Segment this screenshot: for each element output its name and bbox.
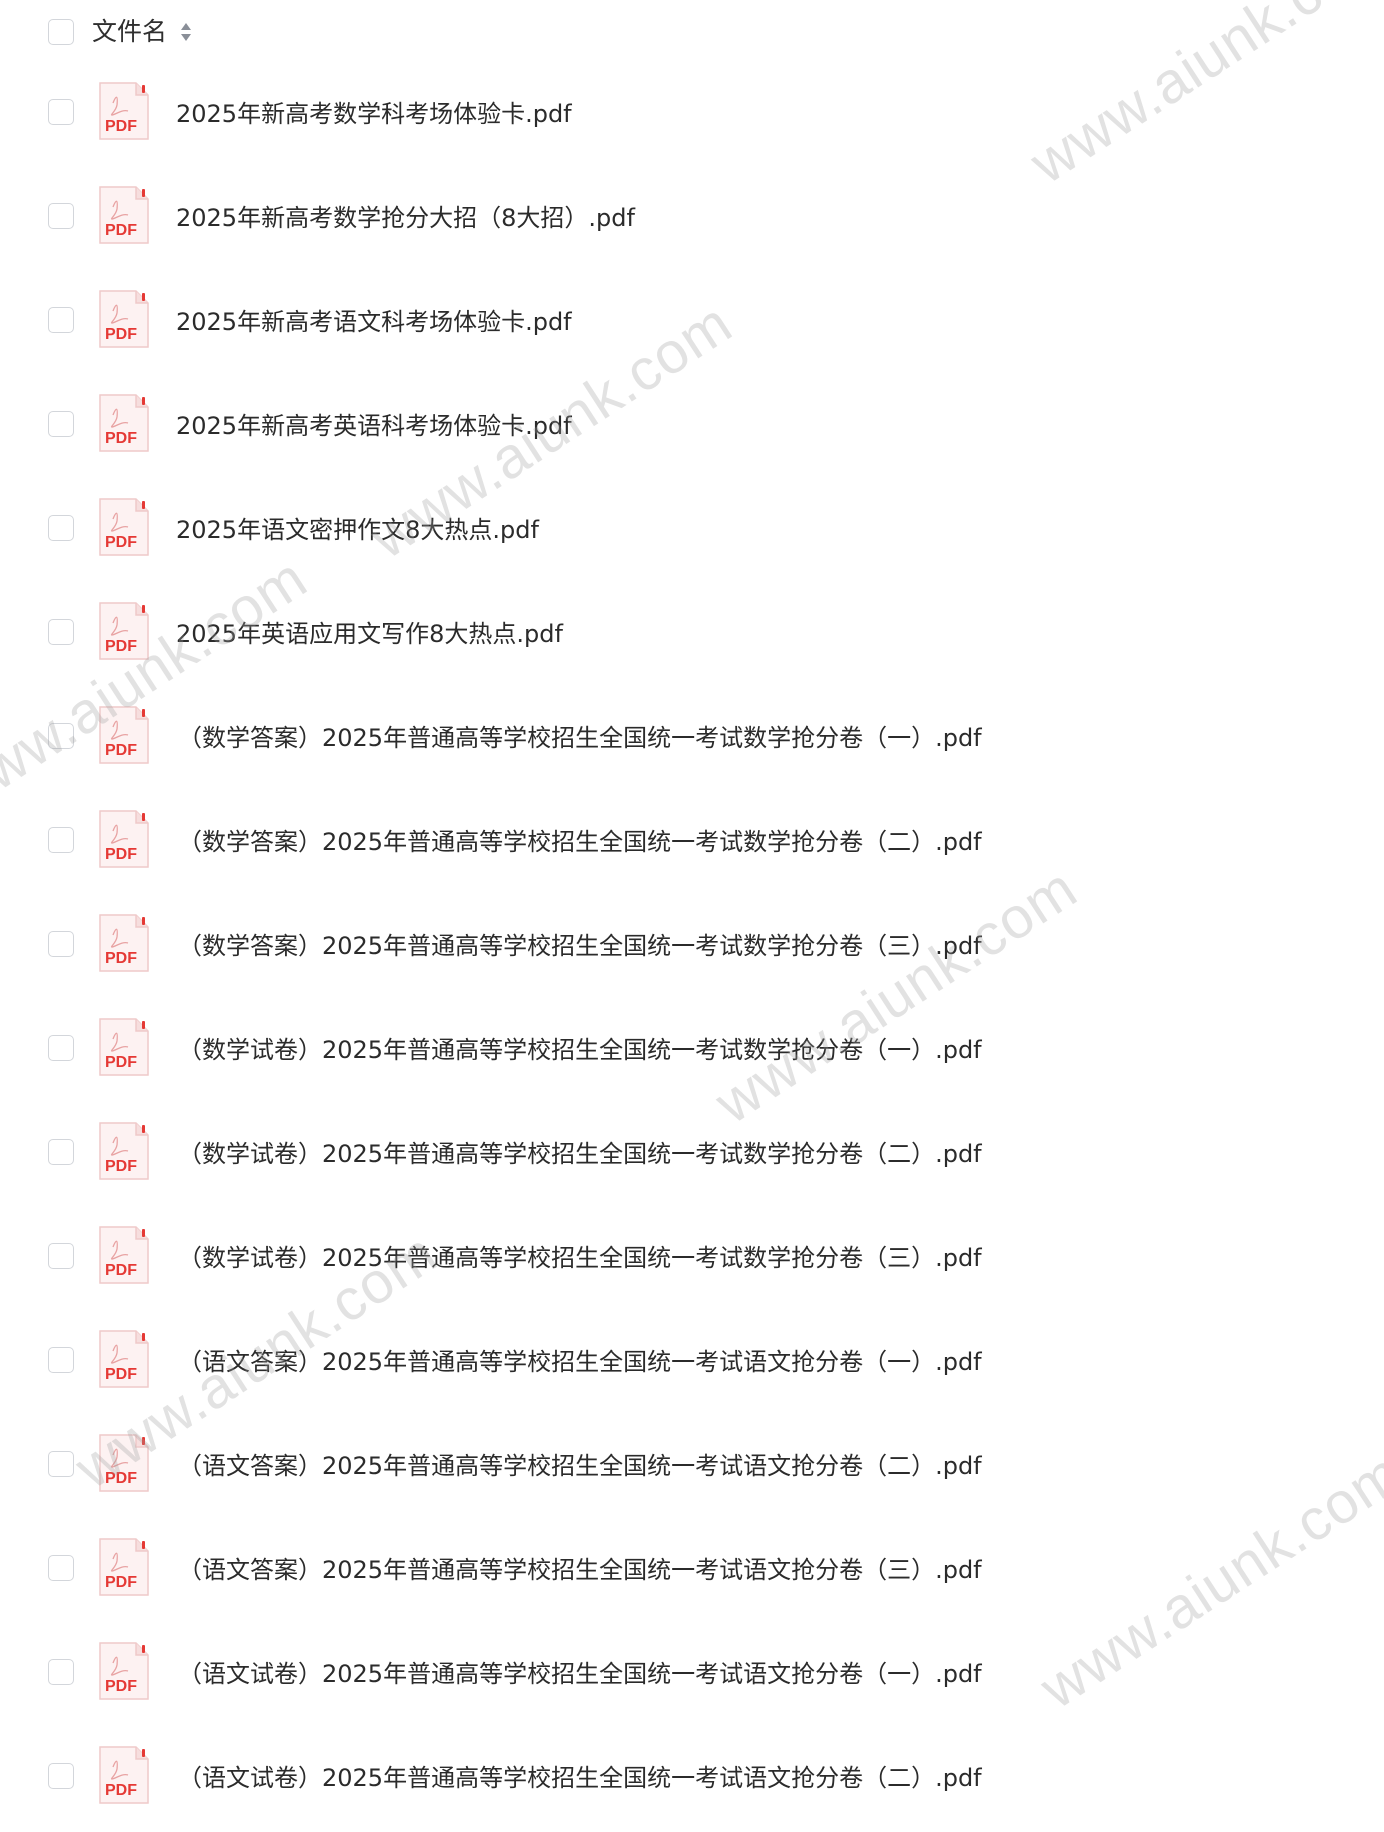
- pdf-icon-label: PDF: [105, 326, 137, 343]
- file-name-link[interactable]: （语文试卷）2025年普通高等学校招生全国统一考试语文抢分卷（一）.pdf: [178, 1656, 982, 1692]
- file-checkbox[interactable]: [48, 931, 74, 957]
- pdf-icon-label: PDF: [105, 1262, 137, 1279]
- pdf-icon-label: PDF: [105, 1054, 137, 1071]
- file-row[interactable]: PDF （数学试卷）2025年普通高等学校招生全国统一考试数学抢分卷（二）.pdf: [0, 1104, 1384, 1208]
- file-checkbox[interactable]: [48, 1555, 74, 1581]
- file-checkbox[interactable]: [48, 515, 74, 541]
- file-name-link[interactable]: 2025年新高考数学抢分大招（8大招）.pdf: [176, 200, 635, 236]
- file-row[interactable]: PDF （语文答案）2025年普通高等学校招生全国统一考试语文抢分卷（一）.pdf: [0, 1312, 1384, 1416]
- file-row[interactable]: PDF 2025年新高考数学科考场体验卡.pdf: [0, 64, 1384, 168]
- pdf-icon-label: PDF: [105, 534, 137, 551]
- file-name-link[interactable]: 2025年新高考语文科考场体验卡.pdf: [176, 304, 572, 340]
- pdf-icon[interactable]: PDF: [98, 705, 150, 765]
- file-checkbox[interactable]: [48, 827, 74, 853]
- file-row[interactable]: PDF （语文答案）2025年普通高等学校招生全国统一考试语文抢分卷（三）.pdf: [0, 1520, 1384, 1624]
- file-checkbox[interactable]: [48, 1243, 74, 1269]
- file-checkbox[interactable]: [48, 411, 74, 437]
- file-checkbox[interactable]: [48, 1139, 74, 1165]
- file-name-link[interactable]: 2025年英语应用文写作8大热点.pdf: [176, 616, 563, 652]
- file-row[interactable]: PDF （语文试卷）2025年普通高等学校招生全国统一考试语文抢分卷（一）.pdf: [0, 1624, 1384, 1728]
- pdf-icon-label: PDF: [105, 1366, 137, 1383]
- pdf-icon[interactable]: PDF: [98, 1121, 150, 1181]
- file-name-link[interactable]: （数学答案）2025年普通高等学校招生全国统一考试数学抢分卷（二）.pdf: [178, 824, 982, 860]
- file-row[interactable]: PDF （语文答案）2025年普通高等学校招生全国统一考试语文抢分卷（二）.pdf: [0, 1416, 1384, 1520]
- pdf-icon-label: PDF: [105, 846, 137, 863]
- file-row[interactable]: PDF 2025年英语应用文写作8大热点.pdf: [0, 584, 1384, 688]
- file-name-link[interactable]: （语文试卷）2025年普通高等学校招生全国统一考试语文抢分卷（二）.pdf: [178, 1760, 982, 1796]
- pdf-icon-label: PDF: [105, 430, 137, 447]
- file-row[interactable]: PDF （数学答案）2025年普通高等学校招生全国统一考试数学抢分卷（三）.pdf: [0, 896, 1384, 1000]
- file-list: PDF 2025年新高考数学科考场体验卡.pdf PDF 2025年新高考数学抢分大招…: [0, 64, 1384, 1832]
- file-name-link[interactable]: （语文答案）2025年普通高等学校招生全国统一考试语文抢分卷（一）.pdf: [178, 1344, 982, 1380]
- file-row[interactable]: PDF 2025年新高考英语科考场体验卡.pdf: [0, 376, 1384, 480]
- pdf-icon[interactable]: PDF: [98, 1329, 150, 1389]
- file-list-header: 文件名: [0, 0, 1384, 64]
- pdf-icon-label: PDF: [105, 118, 137, 135]
- pdf-icon[interactable]: PDF: [98, 81, 150, 141]
- sort-icon[interactable]: [179, 20, 193, 44]
- file-row[interactable]: PDF 2025年新高考语文科考场体验卡.pdf: [0, 272, 1384, 376]
- select-all-checkbox[interactable]: [48, 19, 74, 45]
- pdf-icon-label: PDF: [105, 742, 137, 759]
- file-name-link[interactable]: 2025年语文密押作文8大热点.pdf: [176, 512, 539, 548]
- file-row[interactable]: PDF （数学试卷）2025年普通高等学校招生全国统一考试数学抢分卷（三）.pdf: [0, 1208, 1384, 1312]
- file-name-link[interactable]: （语文答案）2025年普通高等学校招生全国统一考试语文抢分卷（二）.pdf: [178, 1448, 982, 1484]
- pdf-icon[interactable]: PDF: [98, 393, 150, 453]
- file-row[interactable]: PDF （数学答案）2025年普通高等学校招生全国统一考试数学抢分卷（一）.pdf: [0, 688, 1384, 792]
- pdf-icon[interactable]: PDF: [98, 809, 150, 869]
- file-checkbox[interactable]: [48, 307, 74, 333]
- file-name-link[interactable]: （数学答案）2025年普通高等学校招生全国统一考试数学抢分卷（一）.pdf: [178, 720, 982, 756]
- file-row[interactable]: PDF 2025年语文密押作文8大热点.pdf: [0, 480, 1384, 584]
- pdf-icon[interactable]: PDF: [98, 913, 150, 973]
- file-checkbox[interactable]: [48, 1659, 74, 1685]
- file-checkbox[interactable]: [48, 1763, 74, 1789]
- pdf-icon-label: PDF: [105, 1158, 137, 1175]
- file-row[interactable]: PDF （数学答案）2025年普通高等学校招生全国统一考试数学抢分卷（二）.pdf: [0, 792, 1384, 896]
- file-row[interactable]: PDF 2025年新高考数学抢分大招（8大招）.pdf: [0, 168, 1384, 272]
- file-name-link[interactable]: 2025年新高考英语科考场体验卡.pdf: [176, 408, 572, 444]
- file-checkbox[interactable]: [48, 1451, 74, 1477]
- file-name-link[interactable]: （数学试卷）2025年普通高等学校招生全国统一考试数学抢分卷（一）.pdf: [178, 1032, 982, 1068]
- file-checkbox[interactable]: [48, 1035, 74, 1061]
- column-header-filename[interactable]: 文件名: [92, 14, 167, 50]
- pdf-icon[interactable]: PDF: [98, 1745, 150, 1805]
- pdf-icon[interactable]: PDF: [98, 1225, 150, 1285]
- pdf-icon[interactable]: PDF: [98, 601, 150, 661]
- pdf-icon-label: PDF: [105, 1470, 137, 1487]
- pdf-icon-label: PDF: [105, 950, 137, 967]
- pdf-icon-label: PDF: [105, 1782, 137, 1799]
- pdf-icon[interactable]: PDF: [98, 1537, 150, 1597]
- pdf-icon[interactable]: PDF: [98, 497, 150, 557]
- file-name-link[interactable]: （语文答案）2025年普通高等学校招生全国统一考试语文抢分卷（三）.pdf: [178, 1552, 982, 1588]
- file-checkbox[interactable]: [48, 1347, 74, 1373]
- file-name-link[interactable]: （数学试卷）2025年普通高等学校招生全国统一考试数学抢分卷（三）.pdf: [178, 1240, 982, 1276]
- pdf-icon[interactable]: PDF: [98, 1641, 150, 1701]
- pdf-icon-label: PDF: [105, 1574, 137, 1591]
- pdf-icon-label: PDF: [105, 222, 137, 239]
- pdf-icon[interactable]: PDF: [98, 1017, 150, 1077]
- file-checkbox[interactable]: [48, 619, 74, 645]
- file-name-link[interactable]: （数学试卷）2025年普通高等学校招生全国统一考试数学抢分卷（二）.pdf: [178, 1136, 982, 1172]
- pdf-icon-label: PDF: [105, 638, 137, 655]
- file-name-link[interactable]: （数学答案）2025年普通高等学校招生全国统一考试数学抢分卷（三）.pdf: [178, 928, 982, 964]
- file-row[interactable]: PDF （语文试卷）2025年普通高等学校招生全国统一考试语文抢分卷（二）.pdf: [0, 1728, 1384, 1832]
- file-checkbox[interactable]: [48, 99, 74, 125]
- pdf-icon[interactable]: PDF: [98, 289, 150, 349]
- pdf-icon[interactable]: PDF: [98, 1433, 150, 1493]
- pdf-icon[interactable]: PDF: [98, 185, 150, 245]
- file-checkbox[interactable]: [48, 723, 74, 749]
- file-name-link[interactable]: 2025年新高考数学科考场体验卡.pdf: [176, 96, 572, 132]
- file-row[interactable]: PDF （数学试卷）2025年普通高等学校招生全国统一考试数学抢分卷（一）.pdf: [0, 1000, 1384, 1104]
- pdf-icon-label: PDF: [105, 1678, 137, 1695]
- file-checkbox[interactable]: [48, 203, 74, 229]
